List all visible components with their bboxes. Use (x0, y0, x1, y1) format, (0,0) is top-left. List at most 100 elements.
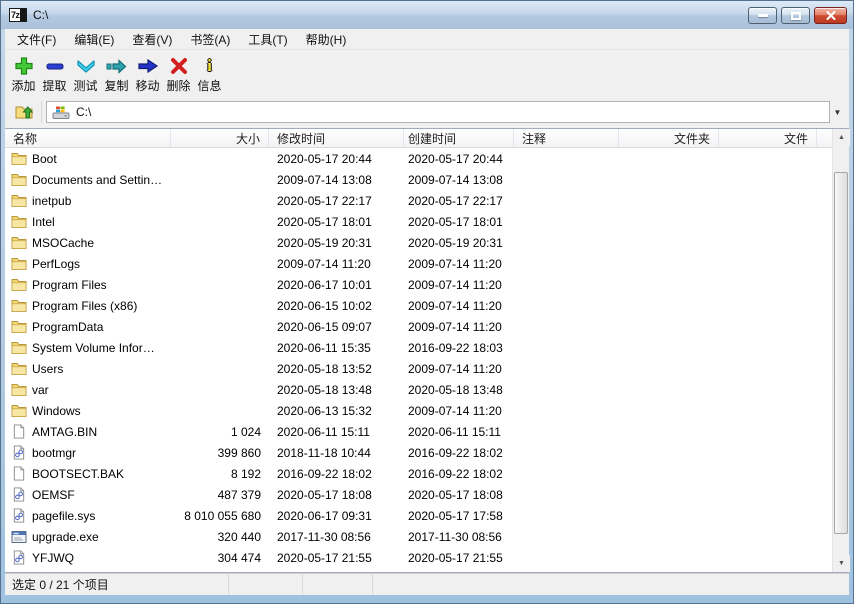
modified-cell: 2020-05-19 20:31 (269, 236, 404, 250)
file-name: MSOCache (32, 236, 94, 250)
scroll-up-button[interactable]: ▲ (833, 129, 850, 146)
file-row[interactable]: Program Files2020-06-17 10:012009-07-14 … (5, 274, 832, 295)
file-row[interactable]: Users 2020-05-18 13:522009-07-14 11:20 (5, 358, 832, 379)
created-cell: 2009-07-14 13:08 (404, 173, 514, 187)
file-row[interactable]: bootmgr399 8602018-11-18 10:442016-09-22… (5, 442, 832, 463)
modified-cell: 2020-05-18 13:52 (269, 362, 404, 376)
menu-item-help[interactable]: 帮助(H) (297, 28, 356, 51)
toolbar-move-label: 移动 (135, 79, 159, 93)
column-header-size-label: 大小 (236, 130, 260, 147)
created-cell: 2009-07-14 11:20 (404, 362, 514, 376)
name-cell: AMTAG.BIN (5, 424, 171, 439)
file-row[interactable]: inetpub2020-05-17 22:172020-05-17 22:17 (5, 190, 832, 211)
toolbar-move-button[interactable]: 移动 (132, 52, 163, 99)
file-row[interactable]: BOOTSECT.BAK8 1922016-09-22 18:022016-09… (5, 463, 832, 484)
column-header-row: 名称 大小修改时间创建时间注释 文件夹文件 (5, 129, 832, 148)
created-cell: 2009-07-14 11:20 (404, 404, 514, 418)
column-header-name-label: 名称 (13, 130, 37, 147)
column-header-folders-label: 文件夹 (674, 130, 710, 147)
extract-minus-icon (44, 52, 66, 79)
file-icon (11, 466, 27, 481)
file-row[interactable]: OEMSF487 3792020-05-17 18:082020-05-17 1… (5, 484, 832, 505)
file-row[interactable]: System Volume Infor…2020-06-11 15:352016… (5, 337, 832, 358)
column-header-comment[interactable]: 注释 (514, 129, 619, 147)
name-cell: upgrade.exe (5, 530, 171, 544)
menu-item-tools[interactable]: 工具(T) (239, 28, 296, 51)
file-name: Program Files (32, 278, 107, 292)
file-row[interactable]: Program Files (x86)2020-06-15 10:022009-… (5, 295, 832, 316)
scrollbar-thumb[interactable] (834, 172, 848, 534)
name-cell: Windows (5, 404, 171, 418)
menu-item-file[interactable]: 文件(F) (8, 28, 65, 51)
file-name: Documents and Settin… (32, 173, 162, 187)
file-row[interactable]: ProgramData2020-06-15 09:072009-07-14 11… (5, 316, 832, 337)
window-content: 文件(F)编辑(E)查看(V)书签(A)工具(T)帮助(H) 添加提取测试复制移… (5, 29, 849, 595)
menubar: 文件(F)编辑(E)查看(V)书签(A)工具(T)帮助(H) (5, 29, 849, 50)
address-dropdown-arrow[interactable]: ▼ (830, 101, 845, 123)
delete-x-icon (168, 52, 190, 79)
column-header-size[interactable]: 大小 (171, 129, 269, 147)
window-controls (748, 7, 847, 24)
address-combobox[interactable]: C:\ (46, 101, 830, 123)
file-row[interactable]: var2020-05-18 13:482020-05-18 13:48 (5, 379, 832, 400)
name-cell: Program Files (5, 278, 171, 292)
toolbar-delete-button[interactable]: 删除 (163, 52, 194, 99)
column-header-modified[interactable]: 修改时间 (269, 129, 404, 147)
menu-item-bookmarks[interactable]: 书签(A) (181, 28, 239, 51)
file-name: OEMSF (32, 488, 75, 502)
selection-status-text: 选定 0 / 21 个项目 (12, 576, 109, 593)
file-name: BOOTSECT.BAK (32, 467, 124, 481)
file-row[interactable]: Windows 2020-06-13 15:322009-07-14 11:20 (5, 400, 832, 421)
vertical-scrollbar[interactable]: ▲ ▼ (832, 129, 849, 572)
file-row[interactable]: MSOCache2020-05-19 20:312020-05-19 20:31 (5, 232, 832, 253)
file-row[interactable]: upgrade.exe320 4402017-11-30 08:562017-1… (5, 526, 832, 547)
folder-icon (11, 257, 27, 270)
titlebar[interactable]: 7z C:\ (1, 1, 853, 29)
column-header-files[interactable]: 文件 (719, 129, 817, 147)
file-row[interactable]: PerfLogs2009-07-14 11:202009-07-14 11:20 (5, 253, 832, 274)
created-cell: 2009-07-14 11:20 (404, 257, 514, 271)
toolbar-delete-label: 删除 (166, 79, 190, 93)
name-cell: Documents and Settin… (5, 173, 171, 187)
column-header-folders[interactable]: 文件夹 (619, 129, 719, 147)
name-cell: Users (5, 362, 171, 376)
modified-cell: 2020-05-18 13:48 (269, 383, 404, 397)
info-icon: i (207, 52, 212, 79)
file-row[interactable]: YFJWQ304 4742020-05-17 21:552020-05-17 2… (5, 547, 832, 568)
file-row[interactable]: AMTAG.BIN1 0242020-06-11 15:112020-06-11… (5, 421, 832, 442)
toolbar-test-button[interactable]: 测试 (70, 52, 101, 99)
toolbar: 添加提取测试复制移动删除 i信息 (5, 50, 849, 99)
toolbar-extract-button[interactable]: 提取 (39, 52, 70, 99)
menu-item-view[interactable]: 查看(V) (123, 28, 181, 51)
up-one-level-button[interactable] (9, 100, 41, 124)
file-name: Program Files (x86) (32, 299, 137, 313)
scroll-down-button[interactable]: ▼ (833, 555, 850, 572)
file-row[interactable]: Boot2020-05-17 20:442020-05-17 20:44 (5, 148, 832, 169)
maximize-button[interactable] (781, 7, 810, 24)
toolbar-test-label: 测试 (73, 79, 97, 93)
menu-item-edit[interactable]: 编辑(E) (65, 28, 123, 51)
modified-cell: 2020-06-13 15:32 (269, 404, 404, 418)
statusbar: 选定 0 / 21 个项目 (5, 573, 849, 595)
name-cell: OEMSF (5, 487, 171, 502)
toolbar-add-button[interactable]: 添加 (8, 52, 39, 99)
name-cell: var (5, 383, 171, 397)
name-cell: BOOTSECT.BAK (5, 466, 171, 481)
column-header-created[interactable]: 创建时间 (404, 129, 514, 147)
created-cell: 2009-07-14 11:20 (404, 299, 514, 313)
toolbar-copy-button[interactable]: 复制 (101, 52, 132, 99)
toolbar-info-button[interactable]: i信息 (194, 52, 225, 99)
file-row[interactable]: Intel2020-05-17 18:012020-05-17 18:01 (5, 211, 832, 232)
modified-cell: 2017-11-30 08:56 (269, 530, 404, 544)
drive-c-icon (52, 105, 70, 120)
close-icon (826, 11, 836, 20)
close-button[interactable] (814, 7, 847, 24)
created-cell: 2009-07-14 11:20 (404, 320, 514, 334)
column-header-name[interactable]: 名称 (5, 129, 171, 147)
file-row[interactable]: Documents and Settin…2009-07-14 13:08200… (5, 169, 832, 190)
file-name: bootmgr (32, 446, 76, 460)
minimize-button[interactable] (748, 7, 777, 24)
name-cell: YFJWQ (5, 550, 171, 565)
file-list: Boot2020-05-17 20:442020-05-17 20:44 Docu… (5, 148, 832, 572)
file-row[interactable]: pagefile.sys8 010 055 6802020-06-17 09:3… (5, 505, 832, 526)
